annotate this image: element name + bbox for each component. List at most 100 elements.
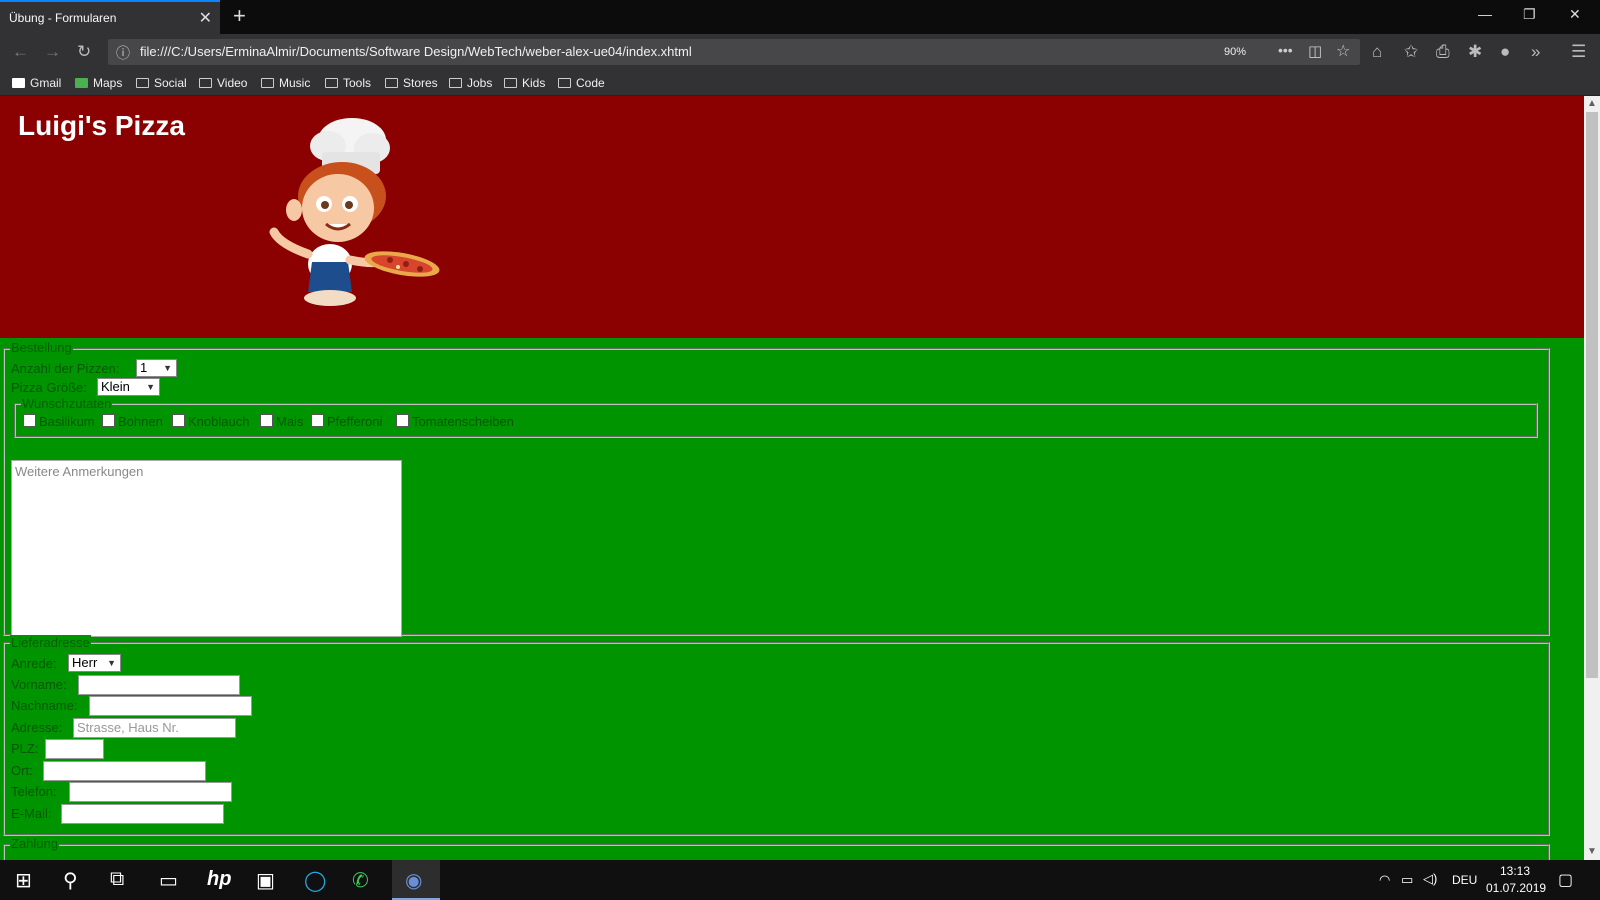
scroll-up-icon[interactable]: ▲ — [1587, 98, 1597, 109]
app-tile-icon[interactable]: ▣ — [256, 868, 275, 893]
bookmark-tools[interactable]: Tools — [325, 76, 371, 90]
address-legend: Lieferadresse — [10, 635, 91, 650]
page-scrollbar[interactable]: ▲ ▼ — [1584, 96, 1600, 860]
bookmark-video[interactable]: Video — [199, 76, 247, 90]
file-explorer-icon[interactable]: ▭ — [159, 868, 178, 893]
page-header: Luigi's Pizza — [0, 96, 1584, 338]
zoom-indicator[interactable]: 90% — [1220, 44, 1250, 60]
payment-legend: Zahlung — [10, 836, 59, 851]
topping-label-tomatenscheiben: Tomatenscheiben — [412, 414, 514, 429]
forward-icon[interactable]: → — [44, 42, 61, 62]
pocket-icon[interactable]: ◫ — [1308, 42, 1322, 60]
hamburger-menu-icon[interactable]: ☰ — [1571, 42, 1586, 62]
print-icon[interactable]: ⎙ — [1436, 42, 1450, 62]
folder-icon — [136, 78, 149, 88]
bookmark-maps[interactable]: Maps — [75, 76, 122, 90]
minimize-icon[interactable]: — — [1478, 6, 1492, 22]
topping-label-mais: Mais — [276, 414, 304, 429]
hp-app-icon[interactable]: hp — [207, 868, 231, 891]
folder-icon — [199, 78, 212, 88]
firefox-taskbar-button[interactable]: ◉ — [392, 860, 440, 900]
folder-icon — [385, 78, 398, 88]
address-fieldset — [3, 642, 1550, 836]
url-text[interactable]: file:///C:/Users/ErminaAlmir/Documents/S… — [140, 44, 692, 59]
pizza-size-select[interactable]: Klein ▼ — [97, 378, 160, 396]
notifications-icon[interactable]: ▢ — [1558, 870, 1573, 890]
toppings-legend: Wunschzutaten — [21, 396, 113, 411]
lastname-input[interactable] — [89, 696, 252, 716]
new-tab-button[interactable]: + — [233, 3, 246, 29]
bookmarks-menu-icon[interactable]: ✩ — [1404, 42, 1418, 62]
order-legend: Bestellung — [10, 340, 73, 355]
url-bar[interactable]: ⓘ file:///C:/Users/ErminaAlmir/Documents… — [108, 39, 1360, 65]
phone-input[interactable] — [69, 782, 232, 802]
bookmark-music[interactable]: Music — [261, 76, 310, 90]
topping-checkbox-knoblauch[interactable] — [172, 414, 185, 427]
topping-checkbox-basilikum[interactable] — [23, 414, 36, 427]
volume-icon[interactable]: ◁) — [1423, 871, 1437, 887]
browser-navbar: ← → ↻ ⓘ file:///C:/Users/ErminaAlmir/Doc… — [0, 34, 1600, 70]
reload-icon[interactable]: ↻ — [77, 42, 91, 62]
tab-title: Übung - Formularen — [9, 11, 117, 25]
account-icon[interactable]: ● — [1500, 42, 1510, 62]
windows-start-icon[interactable]: ⊞ — [15, 868, 32, 893]
firstname-input[interactable] — [78, 675, 240, 695]
chef-mascot-image — [269, 118, 440, 306]
topping-checkbox-bohnen[interactable] — [102, 414, 115, 427]
close-tab-icon[interactable]: ✕ — [199, 8, 212, 28]
chevron-down-icon: ▼ — [146, 382, 155, 392]
bookmark-stores[interactable]: Stores — [385, 76, 438, 90]
address-input[interactable]: Strasse, Haus Nr. — [73, 718, 236, 738]
city-label: Ort: — [11, 763, 33, 778]
zip-input[interactable] — [45, 739, 104, 759]
address-label: Adresse: — [11, 720, 63, 735]
page-viewport: Luigi's Pizza Bestellung Anzahl der Pizz… — [0, 96, 1584, 860]
phone-label: Telefon: — [11, 784, 57, 799]
network-icon[interactable]: ◠ — [1379, 872, 1390, 888]
bookmark-star-icon[interactable]: ☆ — [1336, 41, 1350, 61]
bookmark-code[interactable]: Code — [558, 76, 605, 90]
folder-icon — [449, 78, 462, 88]
topping-checkbox-mais[interactable] — [260, 414, 273, 427]
city-input[interactable] — [43, 761, 206, 781]
battery-icon[interactable]: ▭ — [1401, 872, 1413, 888]
email-input[interactable] — [61, 804, 224, 824]
bookmark-gmail[interactable]: Gmail — [12, 76, 61, 90]
close-window-icon[interactable]: ✕ — [1569, 6, 1581, 23]
page-actions-icon[interactable]: ••• — [1278, 42, 1293, 58]
scroll-down-icon[interactable]: ▼ — [1587, 846, 1597, 857]
bookmark-jobs[interactable]: Jobs — [449, 76, 492, 90]
scroll-thumb[interactable] — [1586, 112, 1598, 678]
restore-icon[interactable]: ❐ — [1523, 6, 1536, 23]
settings-gear-icon[interactable]: ✱ — [1468, 42, 1482, 62]
notes-textarea[interactable]: Weitere Anmerkungen — [11, 460, 402, 637]
salutation-label: Anrede: — [11, 656, 57, 671]
maps-icon — [75, 78, 88, 88]
overflow-menu-icon[interactable]: » — [1531, 42, 1540, 62]
task-view-icon[interactable]: ⧉ — [110, 868, 124, 891]
topping-checkbox-tomatenscheiben[interactable] — [396, 414, 409, 427]
pizza-count-label: Anzahl der Pizzen: — [11, 361, 120, 376]
chevron-down-icon: ▼ — [107, 658, 116, 668]
firefox-icon: ◉ — [405, 870, 423, 892]
topping-checkbox-pfefferoni[interactable] — [311, 414, 324, 427]
clock-time[interactable]: 13:13 — [1500, 864, 1530, 878]
clock-date[interactable]: 01.07.2019 — [1486, 881, 1546, 895]
whatsapp-icon[interactable]: ✆ — [352, 868, 369, 893]
search-icon[interactable]: ⚲ — [63, 868, 78, 893]
email-label: E-Mail: — [11, 806, 52, 821]
bookmark-social[interactable]: Social — [136, 76, 187, 90]
back-icon[interactable]: ← — [12, 42, 29, 62]
home-icon[interactable]: ⌂ — [1372, 42, 1382, 62]
pizza-size-label: Pizza Größe: — [11, 380, 87, 395]
language-indicator[interactable]: DEU — [1452, 873, 1477, 887]
salutation-select[interactable]: Herr ▼ — [68, 654, 121, 672]
cortana-icon[interactable]: ◯ — [304, 868, 326, 893]
browser-tab[interactable]: Übung - Formularen ✕ — [0, 0, 220, 34]
zip-label: PLZ: — [11, 741, 39, 756]
bookmark-kids[interactable]: Kids — [504, 76, 545, 90]
pizza-count-select[interactable]: 1 ▼ — [136, 359, 177, 377]
windows-taskbar: ⊞ ⚲ ⧉ ▭ hp ▣ ◯ ✆ ◉ ◠ ▭ ◁) DEU 13:13 01.0… — [0, 860, 1600, 900]
info-icon[interactable]: ⓘ — [116, 43, 130, 63]
browser-tabbar: Übung - Formularen ✕ + — ❐ ✕ — [0, 0, 1600, 34]
